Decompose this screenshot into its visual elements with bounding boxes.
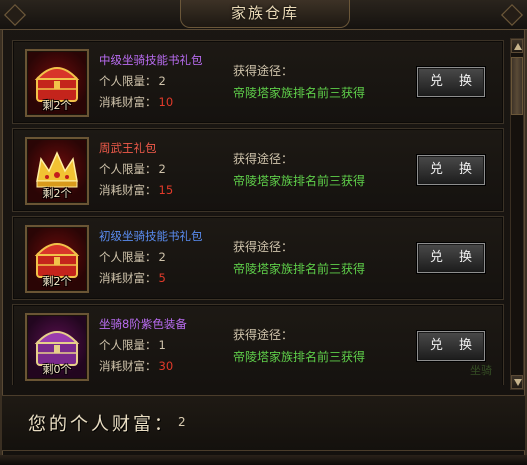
- scroll-up-button[interactable]: [511, 39, 523, 53]
- source-label: 获得途径：: [233, 328, 294, 342]
- item-name: 周武王礼包: [99, 141, 157, 155]
- source-text: 帝陵塔家族排名前三获得: [233, 350, 366, 364]
- cost-label: 消耗财富：: [99, 183, 157, 197]
- exchange-button[interactable]: 兑 换: [417, 67, 485, 97]
- item-list: 剩2个 中级坐骑技能书礼包 个人限量： 2 消耗财富： 10 获得途径： 帝陵塔家族…: [12, 40, 504, 385]
- remaining-count: 剩2个: [42, 275, 72, 288]
- cost-value: 5: [158, 271, 166, 285]
- limit-value: 2: [158, 162, 166, 176]
- item-slot[interactable]: 剩2个: [25, 225, 89, 293]
- item-row: 剩0个 坐骑8阶紫色装备 个人限量： 1 消耗财富： 30 获得途径： 帝陵塔家族排…: [12, 304, 504, 385]
- cost-label: 消耗财富：: [99, 359, 157, 373]
- exchange-button[interactable]: 兑 换: [417, 155, 485, 185]
- item-row: 剩2个 初级坐骑技能书礼包 个人限量： 2 消耗财富： 5 获得途径： 帝陵塔家族排…: [12, 216, 504, 300]
- source-text: 帝陵塔家族排名前三获得: [233, 174, 366, 188]
- limit-value: 1: [158, 338, 166, 352]
- source-text: 帝陵塔家族排名前三获得: [233, 262, 366, 276]
- title-bar: 家族仓库: [0, 0, 527, 30]
- item-name: 中级坐骑技能书礼包: [99, 53, 203, 67]
- limit-label: 个人限量：: [99, 162, 157, 176]
- limit-value: 2: [158, 250, 166, 264]
- cost-value: 15: [158, 183, 174, 197]
- corner-ornament-right: [500, 3, 524, 27]
- item-name: 初级坐骑技能书礼包: [99, 229, 203, 243]
- limit-label: 个人限量：: [99, 250, 157, 264]
- item-slot[interactable]: 剩2个: [25, 137, 89, 205]
- window-title: 家族仓库: [180, 0, 350, 28]
- remaining-count: 剩2个: [42, 99, 72, 112]
- limit-label: 个人限量：: [99, 74, 157, 88]
- limit-value: 2: [158, 74, 166, 88]
- cost-value: 10: [158, 95, 174, 109]
- source-label: 获得途径：: [233, 64, 294, 78]
- source-label: 获得途径：: [233, 152, 294, 166]
- item-row: 剩2个 中级坐骑技能书礼包 个人限量： 2 消耗财富： 10 获得途径： 帝陵塔家族…: [12, 40, 504, 124]
- item-slot[interactable]: 剩2个: [25, 49, 89, 117]
- scroll-thumb[interactable]: [511, 57, 523, 115]
- arrow-up-icon: [514, 43, 522, 50]
- source-text: 帝陵塔家族排名前三获得: [233, 86, 366, 100]
- exchange-button[interactable]: 兑 换: [417, 243, 485, 273]
- remaining-count: 剩2个: [42, 187, 72, 200]
- wealth-label: 您的个人财富：: [28, 414, 175, 435]
- scroll-down-button[interactable]: [511, 375, 523, 389]
- cost-label: 消耗财富：: [99, 271, 157, 285]
- watermark: 坐骑: [470, 364, 492, 377]
- limit-label: 个人限量：: [99, 338, 157, 352]
- cost-label: 消耗财富：: [99, 95, 157, 109]
- item-slot[interactable]: 剩0个: [25, 313, 89, 381]
- item-name: 坐骑8阶紫色装备: [99, 317, 187, 331]
- item-row: 剩2个 周武王礼包 个人限量： 2 消耗财富： 15 获得途径： 帝陵塔家族排名前三…: [12, 128, 504, 212]
- remaining-count: 剩0个: [42, 363, 72, 376]
- arrow-down-icon: [514, 379, 522, 386]
- wealth-panel: 您的个人财富： 2: [2, 395, 525, 451]
- scrollbar[interactable]: [510, 38, 524, 390]
- cost-value: 30: [158, 359, 174, 373]
- exchange-button[interactable]: 兑 换: [417, 331, 485, 361]
- corner-ornament-left: [3, 3, 27, 27]
- source-label: 获得途径：: [233, 240, 294, 254]
- wealth-value: 2: [178, 415, 186, 429]
- bottom-border: [0, 455, 527, 465]
